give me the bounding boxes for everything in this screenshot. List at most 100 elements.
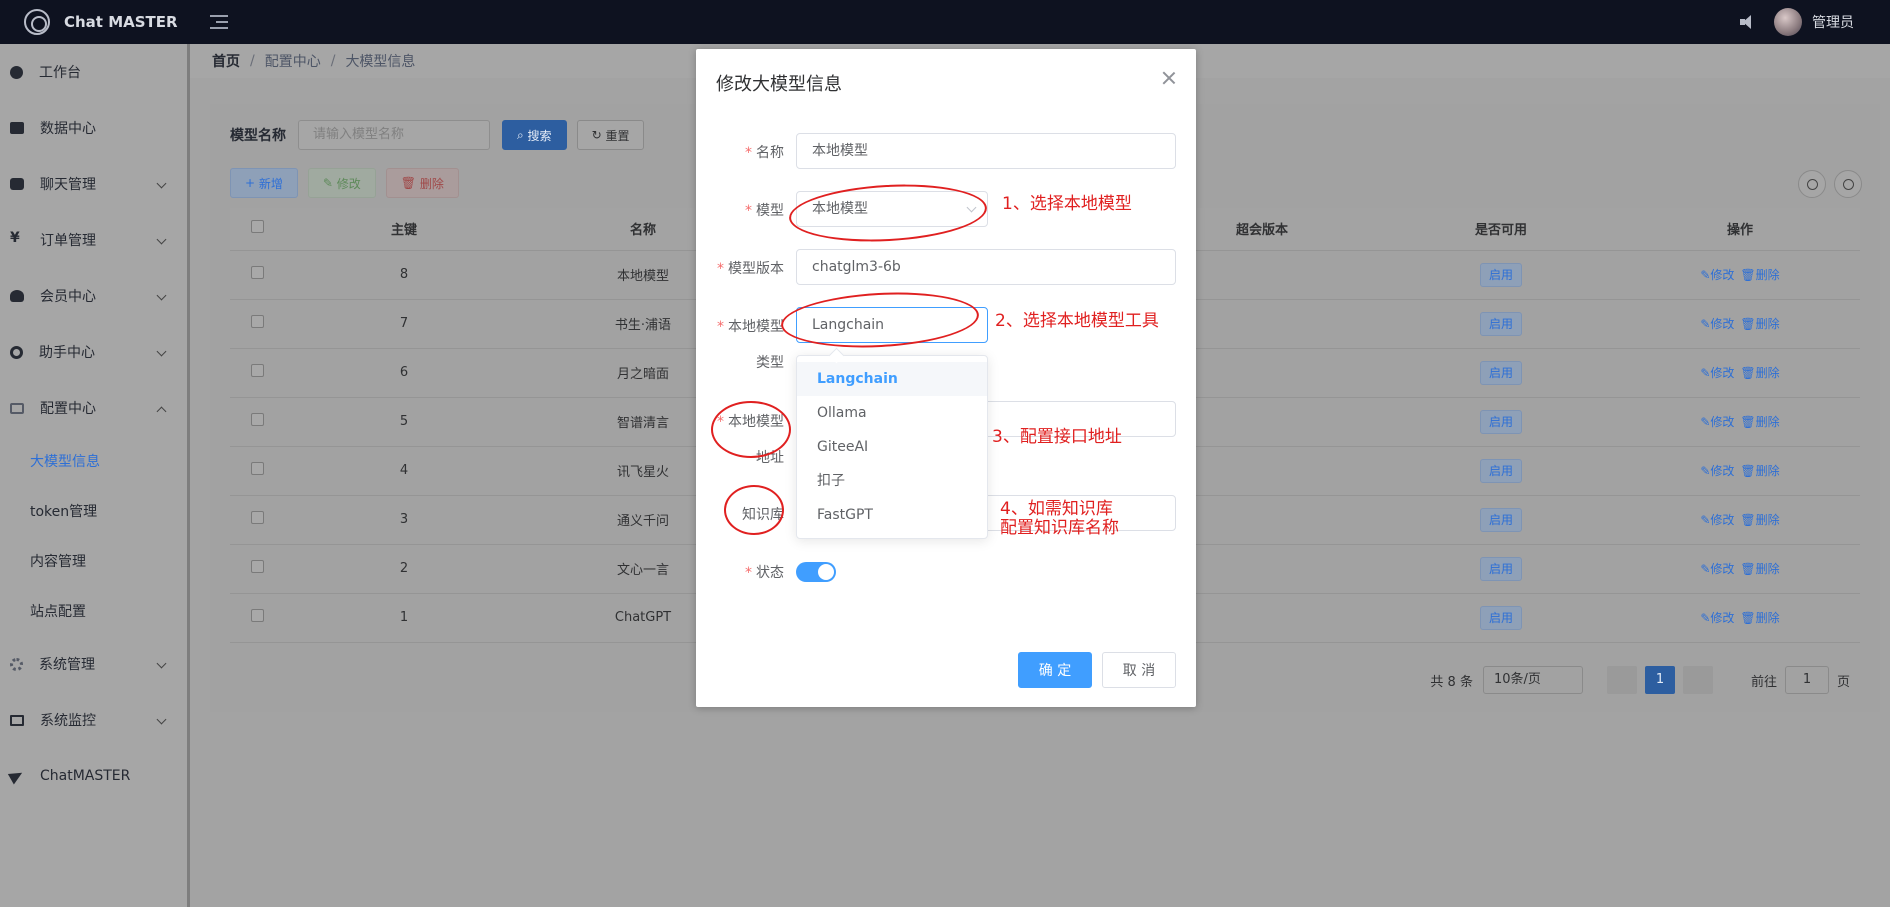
row-delete-link[interactable]: 🗑删除 <box>1740 562 1779 576</box>
toggle-search-icon[interactable] <box>1798 170 1826 198</box>
edit-button[interactable]: ✎ 修改 <box>307 168 376 198</box>
sidebar-subitem-model-info[interactable]: 大模型信息 <box>0 436 187 486</box>
status-badge[interactable]: 启用 <box>1479 556 1522 581</box>
avatar[interactable] <box>1774 8 1802 36</box>
refresh-icon[interactable] <box>1834 170 1862 198</box>
delete-button[interactable]: 🗑 删除 <box>385 168 459 198</box>
search-input[interactable]: 请输入模型名称 <box>298 120 490 150</box>
yen-icon <box>10 230 24 246</box>
row-delete-link[interactable]: 🗑删除 <box>1740 513 1779 527</box>
name-input[interactable]: 本地模型 <box>796 133 1176 169</box>
row-delete-link[interactable]: 🗑删除 <box>1740 464 1779 478</box>
status-badge[interactable]: 启用 <box>1479 458 1522 483</box>
model-label: * 模型 <box>745 203 784 219</box>
row-delete-link[interactable]: 🗑删除 <box>1740 366 1779 380</box>
sidebar-item-label: 工作台 <box>39 65 81 81</box>
status-badge[interactable]: 启用 <box>1479 360 1522 385</box>
row-checkbox[interactable] <box>250 462 264 475</box>
row-checkbox[interactable] <box>250 413 264 426</box>
select-all-checkbox[interactable] <box>250 220 264 234</box>
row-delete-link[interactable]: 🗑删除 <box>1740 317 1779 331</box>
goto-label: 前往 <box>1750 674 1777 690</box>
page-number[interactable]: 1 <box>1644 666 1675 694</box>
breadcrumb-section[interactable]: 配置中心 <box>265 51 321 71</box>
col-id: 主键 <box>284 208 524 251</box>
search-label: 模型名称 <box>230 128 286 144</box>
row-checkbox[interactable] <box>250 364 264 377</box>
sidebar-item-label: ChatMASTER <box>40 768 131 784</box>
sidebar-item-monitor[interactable]: 系统监控 <box>0 692 187 748</box>
status-badge[interactable]: 启用 <box>1479 409 1522 434</box>
option-giteeai[interactable]: GiteeAI <box>797 430 987 464</box>
sidebar-item-chatmaster[interactable]: ChatMASTER <box>0 748 187 804</box>
add-button[interactable]: + 新增 <box>230 168 298 198</box>
option-ollama[interactable]: Ollama <box>797 396 987 430</box>
chevron-down-icon <box>156 346 167 357</box>
annotation-4-line2: 配置知识库名称 <box>1000 518 1119 538</box>
row-delete-link[interactable]: 🗑删除 <box>1740 415 1779 429</box>
sidebar-item-label: 会员中心 <box>40 289 96 305</box>
row-delete-link[interactable]: 🗑删除 <box>1740 268 1779 282</box>
status-switch[interactable] <box>796 562 836 582</box>
version-input[interactable]: chatglm3-6b <box>796 249 1176 285</box>
sidebar-subitem-content[interactable]: 内容管理 <box>0 536 187 586</box>
sidebar-item-members[interactable]: 会员中心 <box>0 268 187 324</box>
row-checkbox[interactable] <box>250 315 264 328</box>
status-badge[interactable]: 启用 <box>1479 605 1522 630</box>
cancel-button[interactable]: 取 消 <box>1102 652 1176 688</box>
sidebar-item-system[interactable]: 系统管理 <box>0 636 187 692</box>
breadcrumb-home[interactable]: 首页 <box>212 51 240 71</box>
row-edit-link[interactable]: ✎修改 <box>1700 366 1734 380</box>
cell-id: 2 <box>284 544 524 594</box>
page-size-select[interactable]: 10条/页 <box>1482 666 1583 694</box>
goto-page-input[interactable]: 1 <box>1784 666 1829 694</box>
sidebar-subitem-token[interactable]: token管理 <box>0 486 187 536</box>
next-page-button[interactable] <box>1682 666 1713 694</box>
sidebar-item-config[interactable]: 配置中心 <box>0 380 187 436</box>
row-edit-link[interactable]: ✎修改 <box>1700 562 1734 576</box>
row-edit-link[interactable]: ✎修改 <box>1700 513 1734 527</box>
confirm-button[interactable]: 确 定 <box>1018 652 1092 688</box>
option-langchain[interactable]: Langchain <box>797 362 987 396</box>
reset-button[interactable]: ↻ 重置 <box>576 120 645 150</box>
sidebar-subitem-site[interactable]: 站点配置 <box>0 586 187 636</box>
prev-page-button[interactable] <box>1606 666 1637 694</box>
data-icon <box>10 122 24 134</box>
row-checkbox[interactable] <box>250 266 264 279</box>
search-button[interactable]: ⌕ 搜索 <box>502 120 567 150</box>
sidebar-item-label: 系统管理 <box>39 657 95 673</box>
cell-id: 8 <box>284 250 524 300</box>
row-checkbox[interactable] <box>250 511 264 524</box>
dialog-title: 修改大模型信息 <box>716 74 842 95</box>
user-name[interactable]: 管理员 <box>1812 12 1854 32</box>
row-edit-link[interactable]: ✎修改 <box>1700 268 1734 282</box>
option-fastgpt[interactable]: FastGPT <box>797 498 987 532</box>
row-edit-link[interactable]: ✎修改 <box>1700 464 1734 478</box>
sidebar-item-chat[interactable]: 聊天管理 <box>0 156 187 212</box>
row-edit-link[interactable]: ✎修改 <box>1700 317 1734 331</box>
lifebuoy-icon <box>10 345 23 359</box>
volume-icon[interactable] <box>1740 15 1756 29</box>
row-checkbox[interactable] <box>250 609 264 622</box>
action-row: + 新增 ✎ 修改 🗑 删除 <box>230 168 469 198</box>
col-actions: 操作 <box>1620 208 1860 251</box>
sidebar-item-orders[interactable]: 订单管理 <box>0 212 187 268</box>
status-badge[interactable]: 启用 <box>1479 262 1522 287</box>
status-badge[interactable]: 启用 <box>1479 311 1522 336</box>
menu-toggle-icon[interactable] <box>210 15 228 29</box>
row-checkbox[interactable] <box>250 560 264 573</box>
sidebar-item-workbench[interactable]: 工作台 <box>0 44 187 100</box>
row-delete-link[interactable]: 🗑删除 <box>1740 611 1779 625</box>
option-coze[interactable]: 扣子 <box>797 464 987 498</box>
sidebar-item-data-center[interactable]: 数据中心 <box>0 100 187 156</box>
dashboard-icon <box>10 65 23 79</box>
logo[interactable]: Chat MASTER <box>0 0 190 44</box>
chevron-down-icon <box>156 658 167 669</box>
refresh-icon: ↻ <box>591 128 606 142</box>
row-edit-link[interactable]: ✎修改 <box>1700 415 1734 429</box>
close-icon[interactable] <box>1162 71 1176 85</box>
monitor-icon <box>10 714 24 726</box>
sidebar-item-assistants[interactable]: 助手中心 <box>0 324 187 380</box>
status-badge[interactable]: 启用 <box>1479 507 1522 532</box>
row-edit-link[interactable]: ✎修改 <box>1700 611 1734 625</box>
